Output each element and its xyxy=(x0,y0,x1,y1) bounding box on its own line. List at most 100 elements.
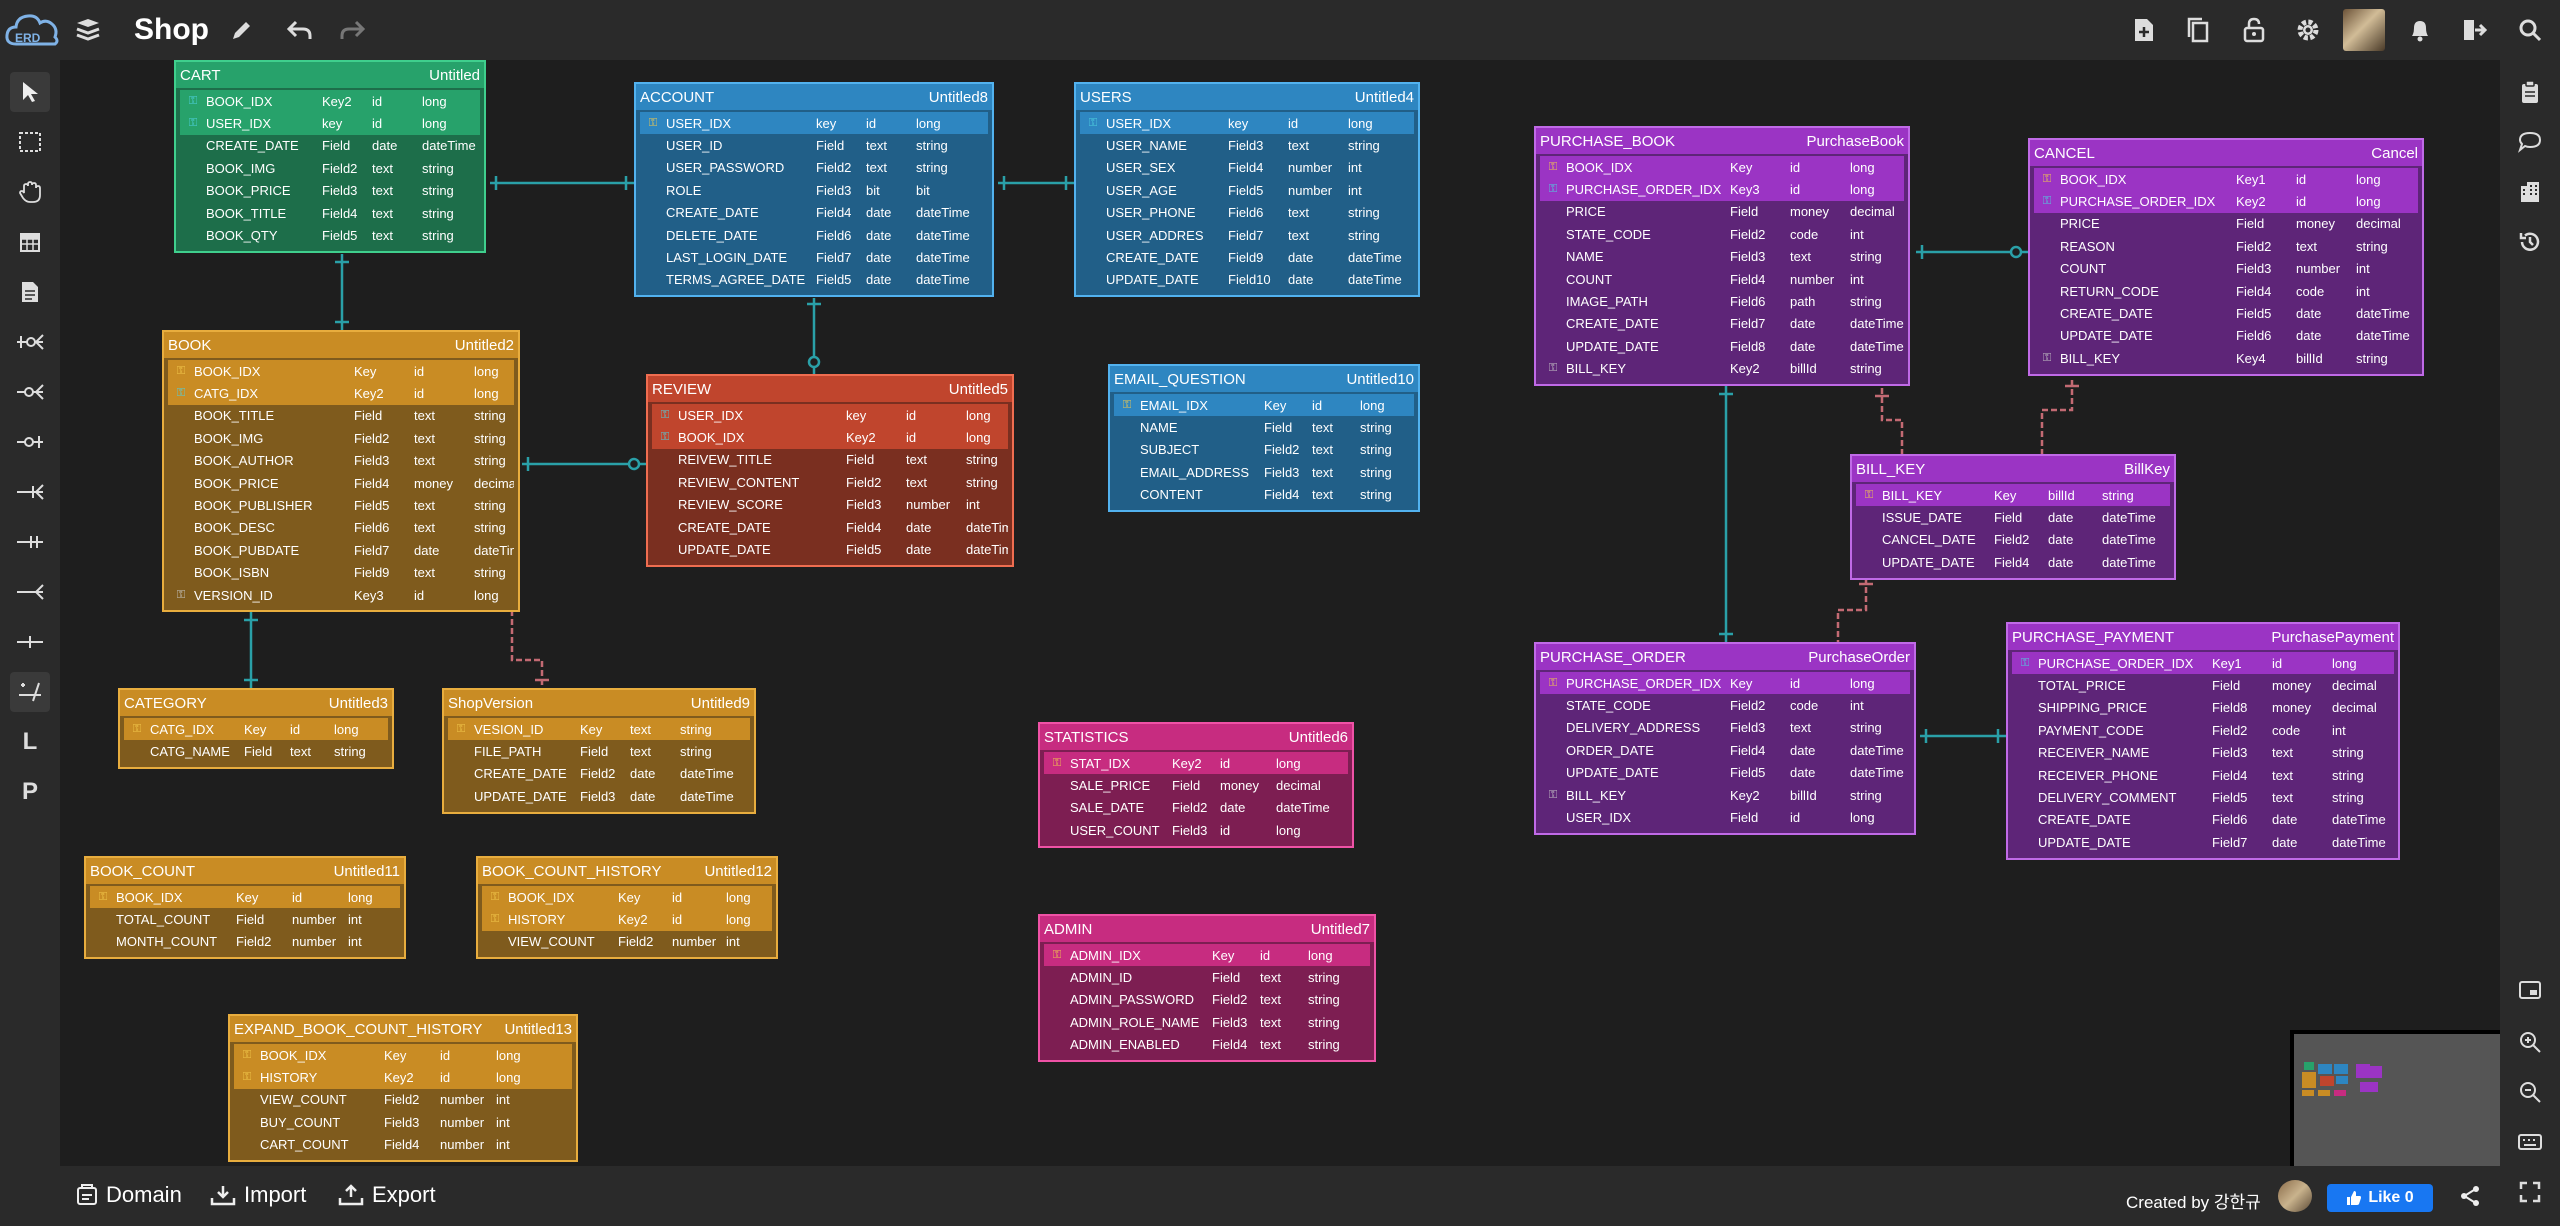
column-domain[interactable]: number xyxy=(672,934,726,949)
column-domain[interactable]: path xyxy=(1790,294,1850,309)
keyboard-icon[interactable] xyxy=(2510,1122,2550,1162)
hand-icon[interactable] xyxy=(10,172,50,212)
column-domain[interactable]: date xyxy=(1790,316,1850,331)
column-row[interactable]: ⚿ VERSION_ID Key3 id long xyxy=(168,584,514,606)
column-name[interactable]: BILL_KEY xyxy=(2060,351,2236,366)
table-comment[interactable]: Untitled8 xyxy=(929,89,988,106)
table-statistics[interactable]: STATISTICS Untitled6 ⚿ STAT_IDX Key2 id long SA… xyxy=(1038,722,1354,848)
column-name[interactable]: BILL_KEY xyxy=(1566,788,1730,803)
column-logical-name[interactable]: Field xyxy=(1730,810,1790,825)
column-logical-name[interactable]: Field xyxy=(816,138,866,153)
column-row[interactable]: BOOK_TITLE Field4 text string xyxy=(180,202,480,224)
column-name[interactable]: BOOK_TITLE xyxy=(194,408,354,423)
column-row[interactable]: DELETE_DATE Field6 date dateTime xyxy=(640,224,988,246)
column-domain[interactable]: billId xyxy=(1790,788,1850,803)
column-domain[interactable]: date xyxy=(906,542,966,557)
column-domain[interactable]: text xyxy=(1288,138,1348,153)
column-name[interactable]: PAYMENT_CODE xyxy=(2038,723,2212,738)
column-row[interactable]: BOOK_PRICEField4moneydecimal xyxy=(168,472,514,494)
column-name[interactable]: STAT_IDX xyxy=(1070,756,1172,771)
column-domain[interactable]: text xyxy=(1260,1015,1308,1030)
column-domain[interactable]: billId xyxy=(2048,488,2102,503)
column-name[interactable]: EMAIL_IDX xyxy=(1140,398,1264,413)
column-name[interactable]: ADMIN_ID xyxy=(1070,970,1212,985)
column-domain[interactable]: billId xyxy=(2296,351,2356,366)
column-name[interactable]: VESION_ID xyxy=(474,722,580,737)
column-logical-name[interactable]: Key xyxy=(1730,160,1790,175)
column-name[interactable]: USER_NAME xyxy=(1106,138,1228,153)
column-data-type[interactable]: int xyxy=(496,1137,572,1152)
column-logical-name[interactable]: Field6 xyxy=(2212,812,2272,827)
column-row[interactable]: CREATE_DATE Field2 date dateTime xyxy=(448,763,750,785)
column-domain[interactable]: id xyxy=(372,94,422,109)
column-domain[interactable]: date xyxy=(414,543,474,558)
column-logical-name[interactable]: Key4 xyxy=(2236,351,2296,366)
column-logical-name[interactable]: Field2 xyxy=(1730,698,1790,713)
column-domain[interactable]: number xyxy=(1288,160,1348,175)
table-comment[interactable]: Untitled4 xyxy=(1355,89,1414,106)
table-name[interactable]: CATEGORY xyxy=(124,695,207,712)
column-name[interactable]: BOOK_IMG xyxy=(194,431,354,446)
column-row[interactable]: ⚿ CATG_IDX Key2 id long xyxy=(168,382,514,405)
column-name[interactable]: REVIEW_CONTENT xyxy=(678,475,846,490)
column-data-type[interactable]: dateTime xyxy=(1348,272,1414,287)
column-data-type[interactable]: long xyxy=(496,1070,572,1085)
column-domain[interactable]: money xyxy=(414,476,474,491)
column-domain[interactable]: date xyxy=(372,138,422,153)
column-domain[interactable]: id xyxy=(2296,172,2356,187)
column-data-type[interactable]: dateTime xyxy=(916,205,988,220)
column-data-type[interactable]: dateTime xyxy=(916,272,988,287)
table-purchase-order[interactable]: PURCHASE_ORDER PurchaseOrder ⚿ PURCHASE_ORD… xyxy=(1534,642,1916,835)
column-name[interactable]: ORDER_DATE xyxy=(1566,743,1730,758)
column-domain[interactable]: money xyxy=(1790,204,1850,219)
column-logical-name[interactable]: Field6 xyxy=(354,520,414,535)
column-row[interactable]: CREATE_DATE Field9 date dateTime xyxy=(1080,246,1414,268)
column-logical-name[interactable]: Key3 xyxy=(1730,182,1790,197)
column-data-type[interactable]: long xyxy=(2332,656,2394,671)
column-domain[interactable]: number xyxy=(2296,261,2356,276)
column-row[interactable]: REVIEW_SCORE Field3 number int xyxy=(652,494,1008,516)
column-domain[interactable]: text xyxy=(372,228,422,243)
column-logical-name[interactable]: Key2 xyxy=(322,94,372,109)
column-row[interactable]: CREATE_DATE Field7 date dateTime xyxy=(1540,313,1904,335)
column-row[interactable]: ⚿ BOOK_IDX Key1 id long xyxy=(2034,168,2418,191)
column-row[interactable]: BOOK_TITLE Field text string xyxy=(168,405,514,427)
column-logical-name[interactable]: Field xyxy=(1212,970,1260,985)
column-data-type[interactable]: string xyxy=(1360,442,1414,457)
column-logical-name[interactable]: Field3 xyxy=(354,453,414,468)
column-domain[interactable]: text xyxy=(2272,768,2332,783)
column-name[interactable]: UPDATE_DATE xyxy=(474,789,580,804)
search-icon[interactable] xyxy=(2514,14,2546,46)
column-domain[interactable]: date xyxy=(1220,800,1276,815)
column-row[interactable]: ⚿ PURCHASE_ORDER_IDX Key2 id long xyxy=(2034,190,2418,213)
column-row[interactable]: IMAGE_PATH Field6 path string xyxy=(1540,290,1904,312)
column-domain[interactable]: id xyxy=(906,430,966,445)
column-domain[interactable]: text xyxy=(414,565,474,580)
column-row[interactable]: ⚿ USER_IDX key id long xyxy=(652,404,1008,427)
zoom-out-icon[interactable] xyxy=(2510,1072,2550,1112)
column-domain[interactable]: text xyxy=(1312,420,1360,435)
column-name[interactable]: BOOK_IDX xyxy=(2060,172,2236,187)
column-logical-name[interactable]: Field xyxy=(236,912,292,927)
column-logical-name[interactable]: Field xyxy=(244,744,290,759)
column-data-type[interactable]: string xyxy=(1850,294,1904,309)
building-icon[interactable] xyxy=(2510,172,2550,212)
column-logical-name[interactable]: Field4 xyxy=(1730,743,1790,758)
column-name[interactable]: CART_COUNT xyxy=(260,1137,384,1152)
relation-n-icon[interactable] xyxy=(10,572,50,612)
column-data-type[interactable]: string xyxy=(1360,465,1414,480)
column-domain[interactable]: id xyxy=(414,364,474,379)
column-data-type[interactable]: bit xyxy=(916,183,988,198)
column-logical-name[interactable]: Field3 xyxy=(1212,1015,1260,1030)
column-row[interactable]: BOOK_ISBN Field9 text string xyxy=(168,562,514,584)
table-book-count[interactable]: BOOK_COUNT Untitled11 ⚿ BOOK_IDX Key id long TO… xyxy=(84,856,406,960)
column-row[interactable]: CATG_NAME Field text string xyxy=(124,740,388,762)
drag-select-icon[interactable] xyxy=(10,122,50,162)
column-domain[interactable]: number xyxy=(1288,183,1348,198)
column-name[interactable]: PURCHASE_ORDER_IDX xyxy=(1566,676,1730,691)
column-row[interactable]: ⚿ EMAIL_IDX Key id long xyxy=(1114,394,1414,417)
column-domain[interactable]: date xyxy=(906,520,966,535)
column-domain[interactable]: billId xyxy=(1790,361,1850,376)
column-row[interactable]: SALE_PRICE Field money decimal xyxy=(1044,774,1348,796)
column-logical-name[interactable]: Field3 xyxy=(1172,823,1220,838)
